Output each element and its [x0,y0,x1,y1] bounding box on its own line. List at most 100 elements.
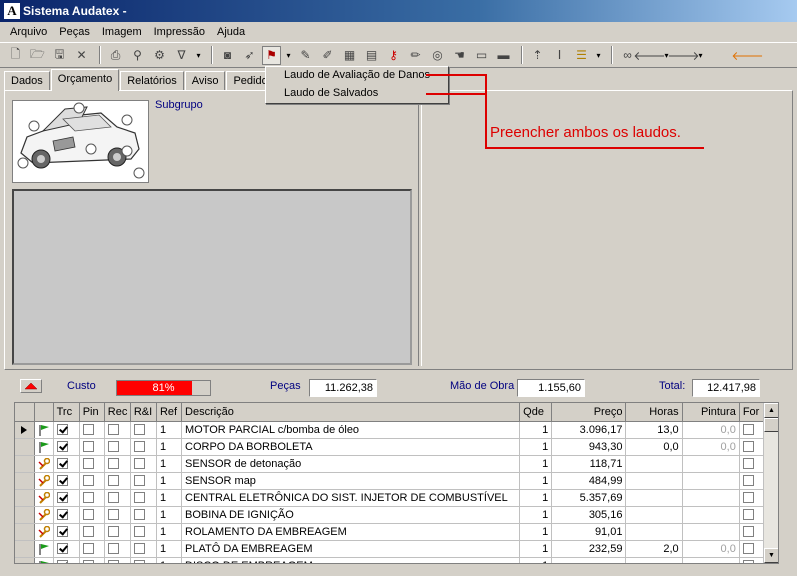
row-indicator[interactable] [15,421,35,439]
filter-dropdown-icon[interactable]: ▾ [194,51,203,60]
qde-cell[interactable]: 1 [519,455,553,473]
table-row[interactable]: 1DISCO DE EMBREAGEM1 [15,557,766,563]
column-header-preco[interactable]: Preço [551,403,627,422]
forward-dropdown-icon[interactable]: ▾ [696,51,705,60]
table-row[interactable]: 1 SENSOR de detonação 1 118,71 [15,455,766,473]
report-dropdown-icon[interactable]: ▾ [284,51,293,60]
table-row[interactable]: 1 ROLAMENTO DA EMBREAGEM 1 91,01 [15,523,766,541]
menu-ajuda[interactable]: Ajuda [211,26,251,38]
column-header-ri[interactable]: R&I [130,403,157,422]
qde-cell[interactable]: 1 [519,489,553,507]
descricao-cell[interactable]: DISCO DE EMBREAGEM [181,557,521,563]
qde-cell[interactable]: 1 [519,438,553,456]
filter-icon[interactable]: ∇ [172,46,191,65]
qde-cell[interactable]: 1 [519,421,553,439]
ref-cell[interactable]: 1 [156,523,183,541]
ref-cell[interactable]: 1 [156,455,183,473]
tab-aviso[interactable]: Aviso [184,71,226,91]
horas-cell[interactable] [625,472,683,490]
descricao-cell[interactable]: ROLAMENTO DA EMBREAGEM [181,523,521,541]
table-row[interactable]: 1 SENSOR map 1 484,99 [15,472,766,490]
pin-checkbox[interactable] [79,506,105,524]
table-row[interactable]: 1 PLATÔ DA EMBREAGEM 1 232,59 2,0 0,0 [15,540,766,558]
menu-imagem[interactable]: Imagem [96,26,148,38]
binoculars-icon[interactable]: ⚲ [128,46,147,65]
forward-arrow-icon[interactable]: 🡒 [667,46,699,65]
pintura-cell[interactable]: 0,0 [682,421,740,439]
scroll-thumb[interactable] [764,418,778,432]
menu-item-laudo-salvados[interactable]: Laudo de Salvados [266,85,448,103]
trc-checkbox[interactable] [53,438,80,456]
camera-arrow-icon[interactable]: ➶ [240,46,259,65]
ref-cell[interactable]: 1 [156,506,183,524]
preco-cell[interactable]: 118,71 [551,455,627,473]
list-dropdown-icon[interactable]: ▾ [594,51,603,60]
pin-checkbox[interactable] [79,523,105,541]
row-indicator[interactable] [15,557,35,563]
horas-cell[interactable] [625,489,683,507]
ri-checkbox[interactable] [130,438,157,456]
tab-orcamento[interactable]: Orçamento [50,69,120,91]
pin-checkbox[interactable] [79,421,105,439]
brush-icon[interactable]: ✐ [318,46,337,65]
preco-cell[interactable]: 91,01 [551,523,627,541]
ri-checkbox[interactable] [130,523,157,541]
import-icon[interactable]: ⇡ [528,46,547,65]
rec-checkbox[interactable] [104,557,131,563]
pintura-cell[interactable] [682,489,740,507]
qde-cell[interactable]: 1 [519,557,553,563]
new-file-icon[interactable]: 🗋 [6,46,25,65]
column-header-pintura[interactable]: Pintura [682,403,740,422]
horas-cell[interactable]: 0,0 [625,438,683,456]
exit-arrow-icon[interactable]: 🡐 [731,46,763,65]
trc-checkbox[interactable] [53,455,80,473]
tab-relatorios[interactable]: Relatórios [120,71,184,91]
window-icon[interactable]: ▭ [472,46,491,65]
pintura-cell[interactable]: 0,0 [682,540,740,558]
ri-checkbox[interactable] [130,489,157,507]
ri-checkbox[interactable] [130,455,157,473]
vehicle-diagram[interactable] [12,100,149,183]
scroll-up-icon[interactable]: ▲ [764,403,778,418]
globe-icon[interactable]: ◎ [428,46,447,65]
row-indicator[interactable] [15,540,35,558]
preco-cell[interactable]: 5.357,69 [551,489,627,507]
descricao-cell[interactable]: BOBINA DE IGNIÇÃO [181,506,521,524]
for-checkbox[interactable] [739,438,766,456]
table-row[interactable]: 1 MOTOR PARCIAL c/bomba de óleo 1 3.096,17 1… [15,421,766,439]
horas-cell[interactable] [625,523,683,541]
rec-checkbox[interactable] [104,489,131,507]
row-indicator[interactable] [15,506,35,524]
rec-checkbox[interactable] [104,472,131,490]
pencil-icon[interactable]: ✏ [406,46,425,65]
column-header-ref[interactable]: Ref [156,403,183,422]
preco-cell[interactable]: 484,99 [551,472,627,490]
horas-cell[interactable]: 13,0 [625,421,683,439]
ref-cell[interactable]: 1 [156,472,183,490]
qde-cell[interactable]: 1 [519,540,553,558]
column-header-trc[interactable]: Trc [53,403,80,422]
table-row[interactable]: 1 CORPO DA BORBOLETA 1 943,30 0,0 0,0 [15,438,766,456]
qde-cell[interactable]: 1 [519,523,553,541]
ri-checkbox[interactable] [130,472,157,490]
column-header-for[interactable]: For [739,403,766,422]
preco-cell[interactable]: 3.096,17 [551,421,627,439]
save-icon[interactable]: 🖫 [50,46,69,65]
ri-checkbox[interactable] [130,540,157,558]
text-icon[interactable]: Ⅰ [550,46,569,65]
row-indicator[interactable] [15,489,35,507]
column-header-qde[interactable]: Qde [519,403,553,422]
table-row[interactable]: 1 CENTRAL ELETRÔNICA DO SIST. INJETOR DE … [15,489,766,507]
rec-checkbox[interactable] [104,506,131,524]
pintura-cell[interactable] [682,523,740,541]
for-checkbox[interactable] [739,557,766,563]
pin-checkbox[interactable] [79,540,105,558]
descricao-cell[interactable]: SENSOR map [181,472,521,490]
for-checkbox[interactable] [739,506,766,524]
column-header-horas[interactable]: Horas [625,403,683,422]
document-icon[interactable]: ▤ [362,46,381,65]
trc-checkbox[interactable] [53,557,80,563]
for-checkbox[interactable] [739,523,766,541]
ref-cell[interactable]: 1 [156,421,183,439]
trc-checkbox[interactable] [53,523,80,541]
